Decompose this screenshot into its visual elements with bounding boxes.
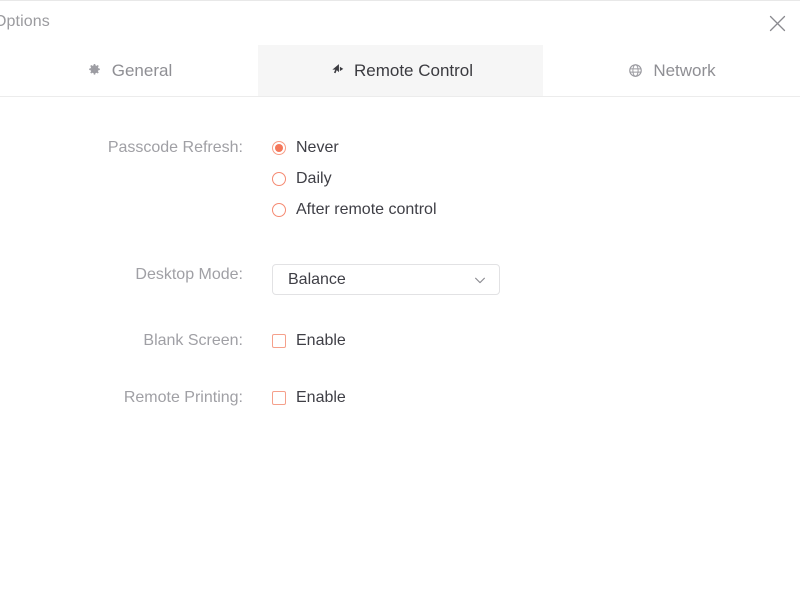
tab-general[interactable]: General [0, 45, 258, 96]
radio-never-mark [272, 141, 286, 155]
checkbox-blank-screen-mark [272, 334, 286, 348]
field-blank-screen: Blank Screen: Enable [0, 330, 346, 352]
desktop-mode-value: Balance [288, 271, 472, 289]
remote-printing-label: Remote Printing: [0, 387, 243, 409]
options-window: Options General [0, 0, 800, 600]
radio-daily-mark [272, 172, 286, 186]
blank-screen-control: Enable [272, 330, 346, 352]
desktop-mode-control: Balance [272, 264, 500, 295]
window-title: Options [0, 13, 50, 31]
close-icon [769, 15, 786, 32]
blank-screen-label: Blank Screen: [0, 330, 243, 352]
radio-after-remote-control[interactable]: After remote control [272, 199, 437, 221]
radio-after-remote-control-mark [272, 203, 286, 217]
field-desktop-mode: Desktop Mode: Balance [0, 264, 500, 295]
radio-never[interactable]: Never [272, 137, 437, 159]
desktop-mode-label: Desktop Mode: [0, 264, 243, 286]
title-bar: Options [0, 0, 800, 45]
passcode-refresh-options: Never Daily After remote control [272, 137, 437, 221]
radio-daily[interactable]: Daily [272, 168, 437, 190]
field-remote-printing: Remote Printing: Enable [0, 387, 346, 409]
chevron-down-icon [472, 272, 488, 288]
radio-after-remote-control-label: After remote control [296, 200, 437, 220]
gear-icon [86, 62, 103, 79]
remote-printing-control: Enable [272, 387, 346, 409]
checkbox-remote-printing[interactable]: Enable [272, 387, 346, 409]
field-passcode-refresh: Passcode Refresh: Never Daily After remo… [0, 137, 437, 221]
tab-remote-control-label: Remote Control [354, 61, 473, 81]
desktop-mode-select[interactable]: Balance [272, 264, 500, 295]
tab-network[interactable]: Network [543, 45, 800, 96]
close-button[interactable] [754, 1, 800, 46]
checkbox-remote-printing-label: Enable [296, 388, 346, 408]
radio-daily-label: Daily [296, 169, 332, 189]
tab-remote-control[interactable]: Remote Control [258, 45, 543, 96]
cursor-icon [328, 62, 345, 79]
checkbox-blank-screen[interactable]: Enable [272, 330, 346, 352]
checkbox-blank-screen-label: Enable [296, 331, 346, 351]
globe-icon [627, 62, 644, 79]
checkbox-remote-printing-mark [272, 391, 286, 405]
tab-network-label: Network [653, 61, 715, 81]
tab-strip: General Remote Control Network [0, 45, 800, 97]
tab-general-label: General [112, 61, 172, 81]
radio-never-label: Never [296, 138, 339, 158]
passcode-refresh-label: Passcode Refresh: [0, 137, 243, 159]
settings-panel: Passcode Refresh: Never Daily After remo… [0, 97, 800, 600]
